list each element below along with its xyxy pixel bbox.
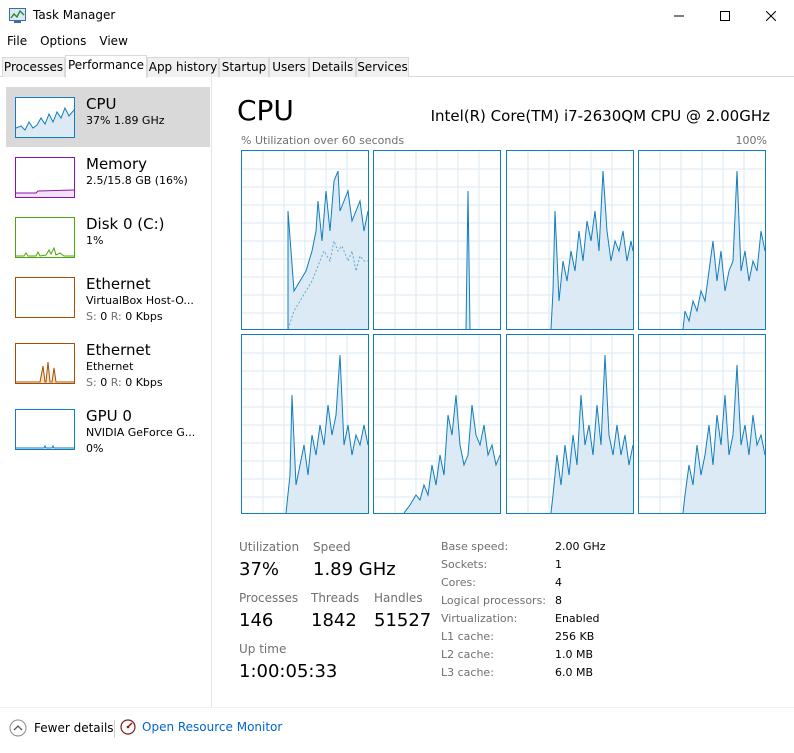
footer-bar: Fewer details Open Resource Monitor — [0, 707, 794, 753]
maximize-button[interactable] — [702, 0, 748, 31]
sidebar-item-ethernet-virtualbox[interactable]: Ethernet VirtualBox Host-O... S: 0 R: 0 … — [6, 267, 210, 327]
tab-users[interactable]: Users — [269, 57, 309, 77]
sidebar-item-label: Ethernet — [86, 275, 151, 293]
handles-value: 51527 — [374, 610, 432, 631]
open-resource-monitor-label: Open Resource Monitor — [142, 720, 283, 734]
sidebar-item-ethernet[interactable]: Ethernet Ethernet S: 0 R: 0 Kbps — [6, 333, 210, 393]
sidebar-item-throughput: S: 0 R: 0 Kbps — [86, 376, 163, 389]
l3-cache-value: 6.0 MB — [555, 666, 594, 679]
sidebar-item-label: CPU — [86, 95, 117, 113]
ethernet-thumbnail-graph — [15, 343, 75, 384]
sidebar-item-throughput: S: 0 R: 0 Kbps — [86, 310, 163, 323]
cpu-core-graph — [373, 150, 501, 330]
tab-strip: Processes Performance App history Startu… — [0, 55, 794, 78]
cpu-core-graph — [506, 150, 634, 330]
sidebar-item-memory[interactable]: Memory 2.5/15.8 GB (16%) — [6, 147, 210, 207]
resource-sidebar: CPU 37% 1.89 GHz Memory 2.5/15.8 GB (16%… — [0, 77, 212, 707]
cpu-thumbnail-graph — [15, 97, 75, 138]
virtualization-value: Enabled — [555, 612, 600, 625]
l2-cache-label: L2 cache: — [441, 648, 494, 661]
l2-cache-value: 1.0 MB — [555, 648, 594, 661]
close-button[interactable] — [748, 0, 794, 31]
sidebar-item-detail: Ethernet — [86, 360, 134, 373]
menu-options[interactable]: Options — [40, 34, 86, 48]
sidebar-item-label: GPU 0 — [86, 407, 132, 425]
cores-label: Cores: — [441, 576, 476, 589]
l1-cache-value: 256 KB — [555, 630, 595, 643]
fewer-details-button[interactable]: Fewer details — [9, 719, 114, 737]
close-icon — [766, 10, 776, 21]
maximize-icon — [720, 10, 730, 21]
sockets-label: Sockets: — [441, 558, 488, 571]
footer-divider — [114, 720, 115, 738]
sidebar-item-label: Disk 0 (C:) — [86, 215, 165, 233]
ethernet-thumbnail-graph — [15, 277, 75, 318]
cpu-core-graph — [506, 334, 634, 514]
memory-thumbnail-graph — [15, 157, 75, 198]
cpu-core-graph — [638, 150, 766, 330]
tab-processes[interactable]: Processes — [2, 57, 65, 77]
disk-thumbnail-graph — [15, 217, 75, 258]
tab-services[interactable]: Services — [356, 57, 409, 77]
resource-monitor-icon — [120, 719, 136, 735]
tab-app-history[interactable]: App history — [147, 57, 219, 77]
l1-cache-label: L1 cache: — [441, 630, 494, 643]
graph-max-label: 100% — [735, 134, 767, 147]
menu-file[interactable]: File — [7, 34, 27, 48]
sidebar-item-detail: 37% 1.89 GHz — [86, 114, 165, 127]
fewer-details-label: Fewer details — [34, 721, 114, 735]
sidebar-item-detail: 1% — [86, 234, 104, 247]
utilization-label: Utilization — [239, 540, 300, 554]
sidebar-item-usage: 0% — [86, 442, 104, 455]
sidebar-item-detail: VirtualBox Host-O... — [86, 294, 194, 307]
logical-processors-value: 8 — [555, 594, 562, 607]
window-title: Task Manager — [33, 8, 116, 22]
tab-details[interactable]: Details — [309, 57, 356, 77]
chevron-up-icon — [9, 719, 27, 737]
sockets-value: 1 — [555, 558, 562, 571]
page-title: CPU — [237, 94, 294, 127]
uptime-value: 1:00:05:33 — [239, 661, 338, 682]
uptime-label: Up time — [239, 642, 287, 656]
virtualization-label: Virtualization: — [441, 612, 518, 625]
cpu-model-name: Intel(R) Core(TM) i7-2630QM CPU @ 2.00GH… — [430, 107, 770, 125]
gpu-thumbnail-graph — [15, 409, 75, 450]
graph-caption: % Utilization over 60 seconds — [241, 134, 405, 147]
performance-panel: CPU 37% 1.89 GHz Memory 2.5/15.8 GB (16%… — [0, 77, 794, 707]
minimize-icon — [674, 15, 684, 16]
processes-label: Processes — [239, 591, 299, 605]
sidebar-item-label: Memory — [86, 155, 148, 173]
speed-value: 1.89 GHz — [313, 559, 396, 580]
tab-performance[interactable]: Performance — [65, 55, 147, 78]
utilization-value: 37% — [239, 559, 280, 580]
threads-label: Threads — [311, 591, 360, 605]
sidebar-item-detail: NVIDIA GeForce G... — [86, 426, 196, 439]
cpu-core-graph — [241, 334, 369, 514]
menu-bar: File Options View — [0, 31, 794, 51]
sidebar-item-cpu[interactable]: CPU 37% 1.89 GHz — [6, 87, 210, 147]
sidebar-item-gpu[interactable]: GPU 0 NVIDIA GeForce G... 0% — [6, 399, 210, 459]
task-manager-icon — [9, 8, 26, 23]
processes-value: 146 — [239, 610, 274, 631]
sidebar-item-disk[interactable]: Disk 0 (C:) 1% — [6, 207, 210, 267]
menu-view[interactable]: View — [99, 34, 127, 48]
cpu-core-graph — [638, 334, 766, 514]
sidebar-item-label: Ethernet — [86, 341, 151, 359]
cores-value: 4 — [555, 576, 562, 589]
handles-label: Handles — [374, 591, 423, 605]
l3-cache-label: L3 cache: — [441, 666, 494, 679]
sidebar-item-detail: 2.5/15.8 GB (16%) — [86, 174, 188, 187]
base-speed-value: 2.00 GHz — [555, 540, 606, 553]
cpu-core-graph — [241, 150, 369, 330]
speed-label: Speed — [313, 540, 351, 554]
open-resource-monitor-link[interactable]: Open Resource Monitor — [120, 719, 282, 735]
cpu-core-graph — [373, 334, 501, 514]
logical-processor-graphs — [241, 150, 768, 514]
threads-value: 1842 — [311, 610, 357, 631]
minimize-button[interactable] — [656, 0, 702, 31]
logical-processors-label: Logical processors: — [441, 594, 547, 607]
tab-startup[interactable]: Startup — [219, 57, 269, 77]
base-speed-label: Base speed: — [441, 540, 509, 553]
title-bar: Task Manager — [0, 0, 794, 31]
